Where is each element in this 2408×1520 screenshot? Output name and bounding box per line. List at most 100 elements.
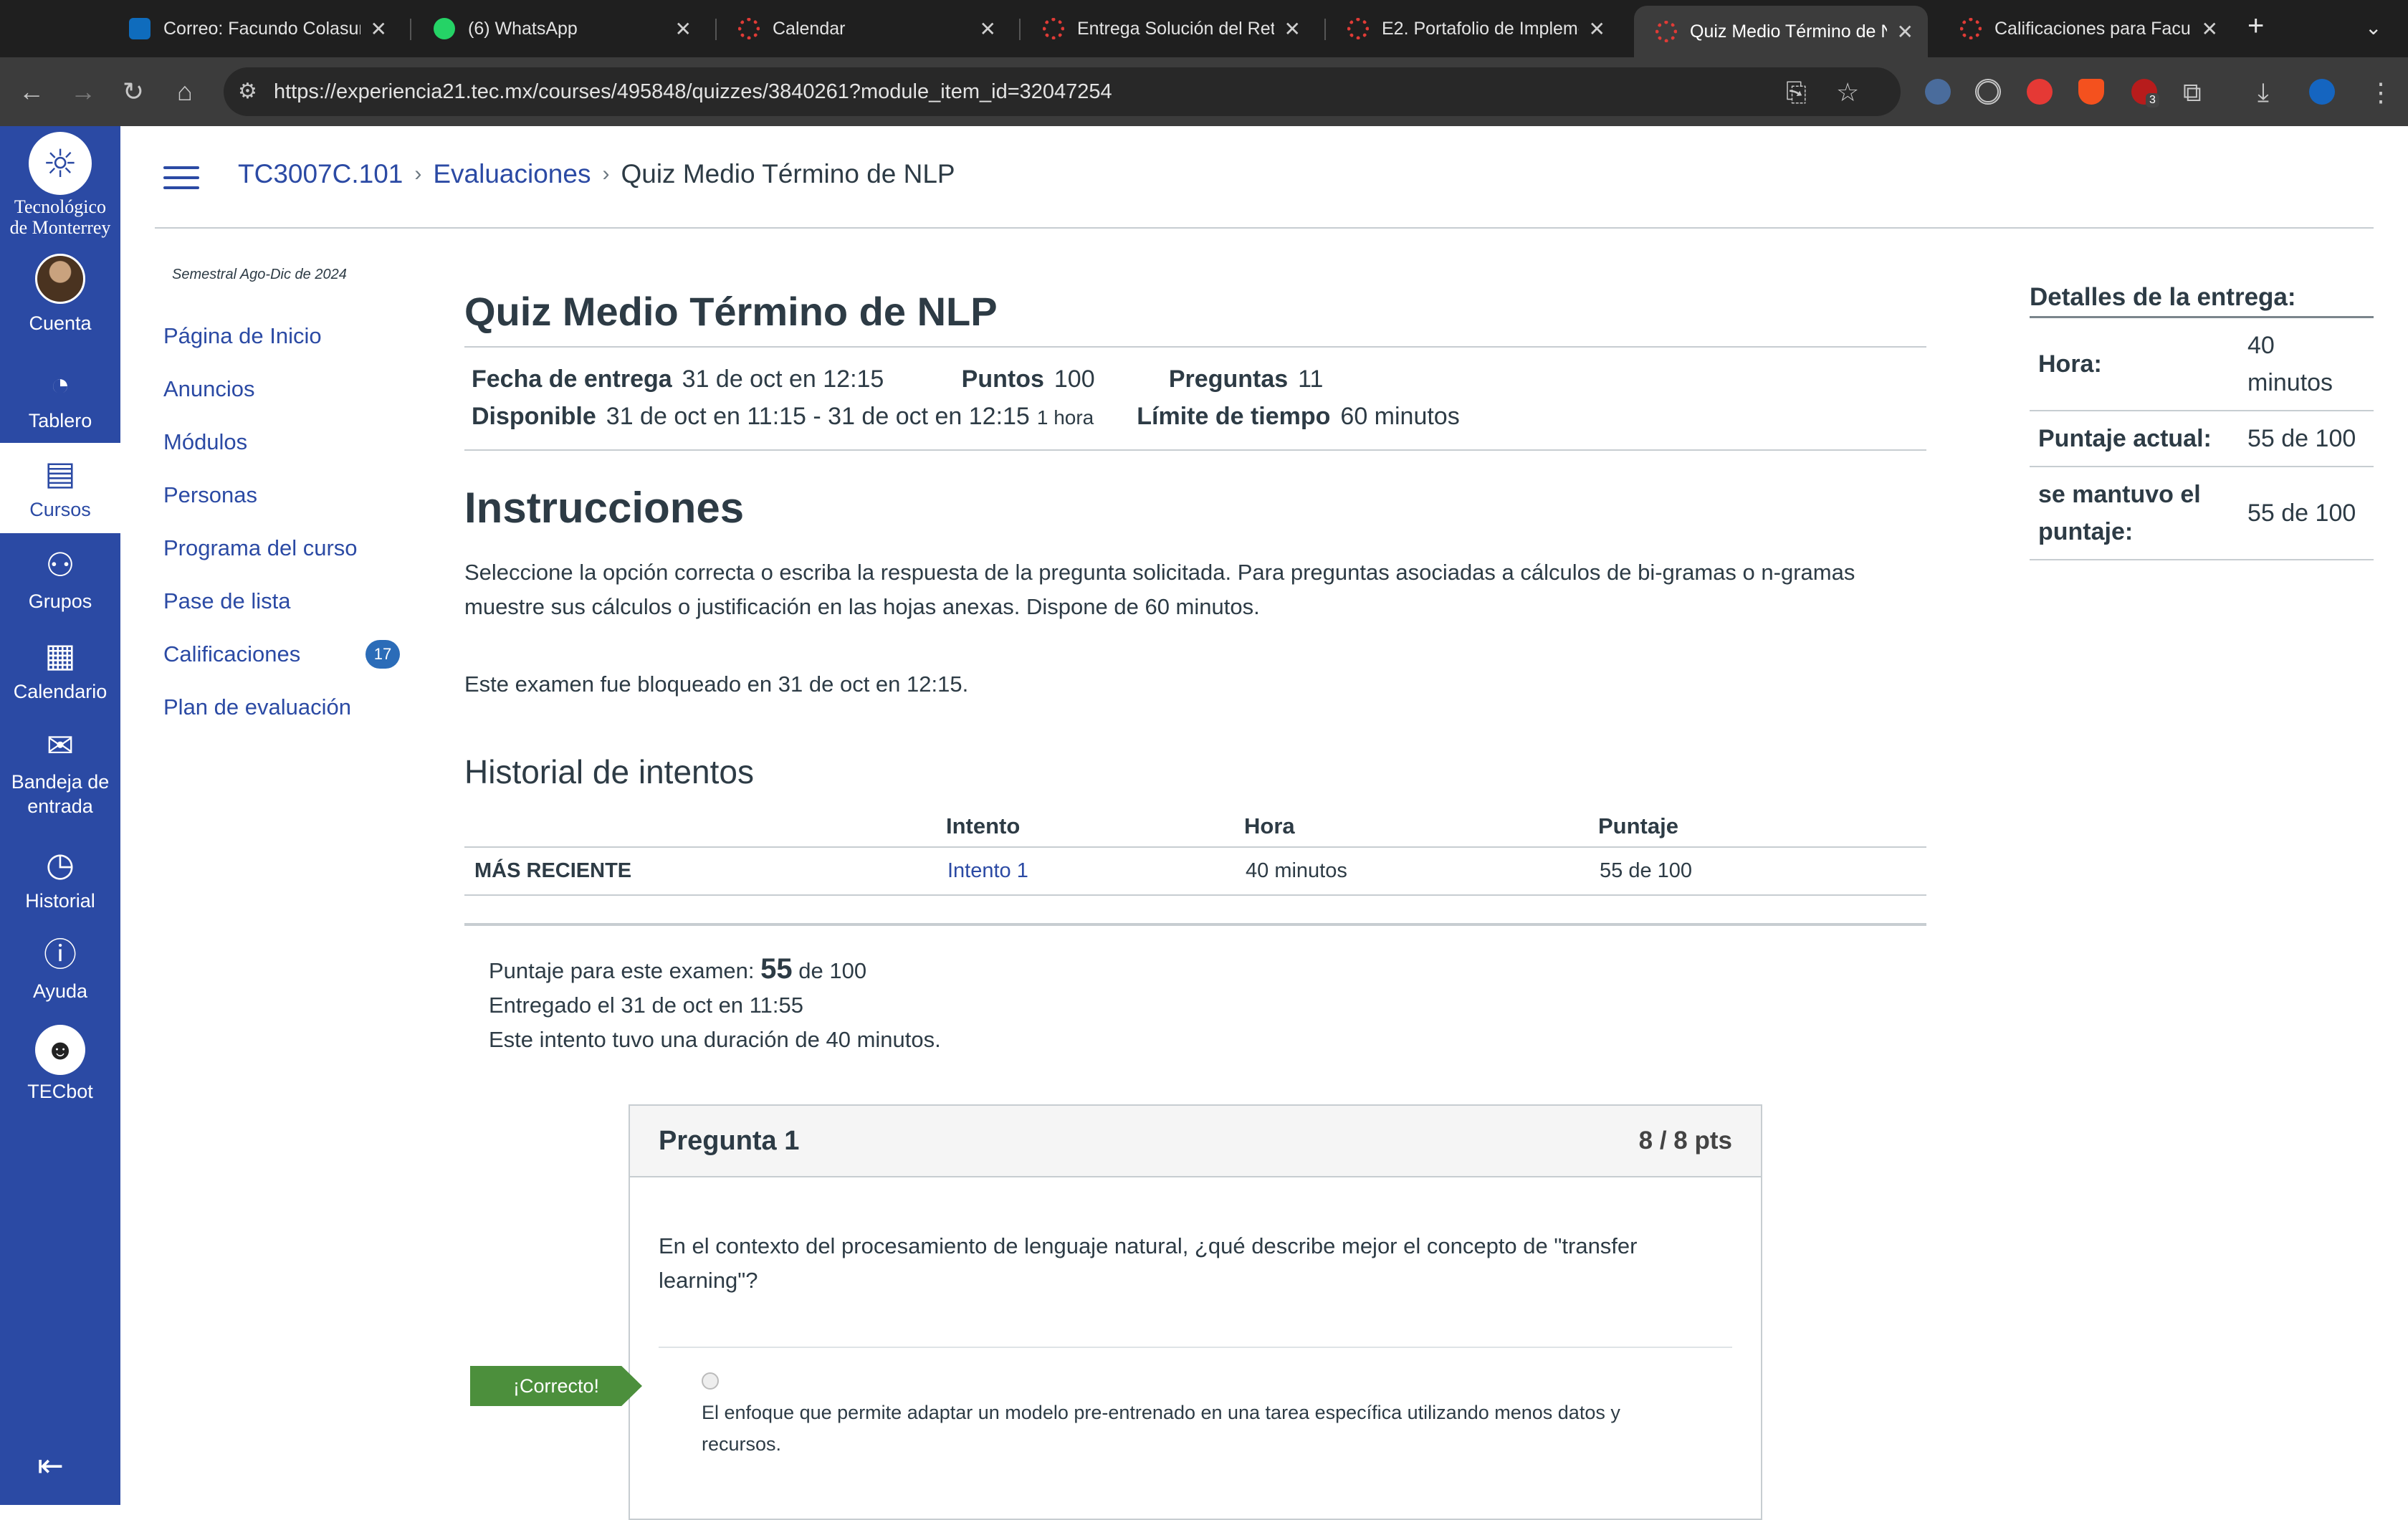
breadcrumb-course-link[interactable]: TC3007C.101 — [238, 159, 403, 189]
close-icon[interactable]: ✕ — [371, 17, 387, 41]
answer-radio[interactable] — [702, 1372, 719, 1390]
attempt-row-label: MÁS RECIENTE — [464, 847, 937, 896]
download-icon[interactable]: ⤓ — [2258, 77, 2269, 108]
question-card: Pregunta 1 8 / 8 pts En el contexto del … — [629, 1104, 1762, 1520]
global-nav-groups[interactable]: ⚇ Grupos — [0, 535, 120, 625]
global-nav-label: Calendario — [13, 681, 108, 702]
available-value: 31 de oct en 11:15 - 31 de oct en 12:15 — [606, 403, 1030, 430]
details-table: Hora: 40 minutos Puntaje actual: 55 de 1… — [2030, 318, 2374, 560]
quiz-meta: Fecha de entrega 31 de oct en 12:15 Punt… — [464, 346, 1926, 451]
browser-tab-entrega[interactable]: Entrega Solución del Ret ✕ — [1021, 6, 1315, 52]
new-tab-button[interactable]: + — [2247, 10, 2264, 42]
question-points: 8 / 8 pts — [1638, 1127, 1732, 1155]
brave-shield-icon[interactable] — [2078, 79, 2104, 105]
course-nav-label: Personas — [163, 482, 257, 507]
tab-search-button[interactable]: ⌄ — [2365, 16, 2381, 39]
available-label: Disponible — [472, 403, 596, 430]
score-suffix: de 100 — [798, 958, 867, 983]
back-icon[interactable]: ← — [13, 73, 50, 110]
url-text: https://experiencia21.tec.mx/courses/495… — [274, 80, 1112, 103]
course-nav-announcements[interactable]: Anuncios — [163, 363, 400, 416]
extension-globe-icon[interactable] — [1925, 79, 1951, 105]
browser-tab-portafolio[interactable]: E2. Portafolio de Impleme ✕ — [1326, 6, 1620, 52]
global-nav-label: Historial — [25, 890, 95, 912]
course-nav-syllabus[interactable]: Programa del curso — [163, 522, 400, 575]
course-nav-attendance[interactable]: Pase de lista — [163, 575, 400, 628]
browser-tab-whatsapp[interactable]: (6) WhatsApp ✕ — [412, 6, 706, 52]
courses-icon: ▤ — [44, 454, 76, 492]
table-row: MÁS RECIENTE Intento 1 40 minutos 55 de … — [464, 847, 1926, 896]
global-nav-help[interactable]: ⓘ Ayuda — [0, 924, 120, 1015]
tab-separator — [1019, 19, 1021, 40]
home-icon[interactable]: ⌂ — [166, 73, 204, 110]
locked-notice: Este examen fue bloqueado en 31 de oct e… — [464, 671, 969, 697]
tab-title: Calificaciones para Facu — [1994, 18, 2191, 39]
history-divider — [464, 923, 1926, 926]
bookmark-star-icon[interactable]: ☆ — [1836, 77, 1859, 107]
unread-count-badge: 17 — [366, 640, 400, 669]
close-icon[interactable]: ✕ — [980, 17, 996, 41]
close-icon[interactable]: ✕ — [675, 17, 692, 41]
course-nav-grades[interactable]: Calificaciones 17 — [163, 628, 400, 681]
course-nav-label: Página de Inicio — [163, 323, 322, 348]
question-title: Pregunta 1 — [659, 1125, 800, 1156]
collapse-nav-icon[interactable]: ⇤ — [37, 1448, 64, 1484]
extension-target-icon[interactable] — [1975, 79, 2001, 105]
global-nav-label: Grupos — [28, 591, 92, 612]
close-icon[interactable]: ✕ — [1897, 20, 1914, 44]
profile-icon[interactable] — [2309, 79, 2335, 105]
logo-line-2: de Monterrey — [9, 217, 111, 238]
details-key: Puntaje actual: — [2030, 411, 2239, 467]
attempt-link[interactable]: Intento 1 — [947, 859, 1028, 882]
install-icon[interactable]: ⎘ — [1786, 77, 1807, 108]
outlook-icon — [129, 18, 150, 39]
course-nav-home[interactable]: Página de Inicio — [163, 310, 400, 363]
browser-tab-quiz[interactable]: Quiz Medio Término de N ✕ — [1634, 6, 1928, 57]
global-nav-tecbot[interactable]: ☻ TECbot — [0, 1015, 120, 1105]
course-nav-label: Calificaciones — [163, 641, 301, 666]
canvas-icon — [1656, 21, 1677, 42]
extension-stop-icon[interactable] — [2027, 79, 2053, 105]
course-nav-people[interactable]: Personas — [163, 469, 400, 522]
tab-title: Entrega Solución del Ret — [1077, 18, 1274, 39]
header-divider — [155, 227, 2374, 229]
dashboard-icon: ◔ — [50, 365, 70, 403]
avatar — [35, 254, 85, 304]
available-duration: 1 hora — [1036, 406, 1094, 429]
global-nav-inbox[interactable]: ✉ Bandeja de entrada — [0, 715, 120, 830]
tab-title: E2. Portafolio de Impleme — [1382, 18, 1579, 39]
score-prefix: Puntaje para este examen: — [489, 958, 755, 983]
forward-icon[interactable]: → — [64, 73, 102, 110]
breadcrumb: TC3007C.101 › Evaluaciones › Quiz Medio … — [238, 159, 955, 189]
instructions-text: Seleccione la opción correcta o escriba … — [464, 560, 1855, 619]
course-nav-evaluation-plan[interactable]: Plan de evaluación — [163, 681, 400, 734]
menu-kebab-icon[interactable]: ⋮ — [2368, 77, 2394, 107]
extensions-puzzle-icon[interactable]: ⧉ — [2183, 77, 2202, 108]
close-icon[interactable]: ✕ — [1284, 17, 1301, 41]
browser-tab-mail[interactable]: Correo: Facundo Colasur ✕ — [108, 6, 401, 52]
course-nav: Página de Inicio Anuncios Módulos Person… — [163, 310, 400, 734]
site-info-icon[interactable]: ⚙ — [238, 79, 257, 104]
global-nav-dashboard[interactable]: ◔ Tablero — [0, 354, 120, 440]
tab-title: Quiz Medio Término de N — [1690, 21, 1887, 42]
global-nav-calendar[interactable]: ▦ Calendario — [0, 625, 120, 715]
browser-tab-calendar[interactable]: Calendar ✕ — [717, 6, 1010, 52]
browser-tab-calificaciones[interactable]: Calificaciones para Facu ✕ — [1939, 6, 2232, 52]
canvas-icon — [1960, 18, 1982, 39]
tab-title: Correo: Facundo Colasur — [163, 18, 360, 39]
course-menu-toggle[interactable] — [163, 166, 199, 196]
course-nav-label: Módulos — [163, 429, 248, 454]
close-icon[interactable]: ✕ — [1589, 17, 1605, 41]
global-nav-courses[interactable]: ▤ Cursos — [0, 443, 120, 533]
close-icon[interactable]: ✕ — [2202, 17, 2218, 41]
due-label: Fecha de entrega — [472, 365, 672, 393]
institution-logo[interactable]: ☼ Tecnológico de Monterrey — [0, 132, 120, 238]
address-bar[interactable]: ⚙ https://experiencia21.tec.mx/courses/4… — [224, 67, 1901, 116]
global-nav-history[interactable]: ◷ Historial — [0, 834, 120, 924]
reload-icon[interactable]: ↻ — [115, 73, 152, 110]
breadcrumb-section-link[interactable]: Evaluaciones — [433, 159, 591, 189]
logo-line-1: Tecnológico — [14, 196, 107, 217]
course-nav-modules[interactable]: Módulos — [163, 416, 400, 469]
tab-title: Calendar — [773, 18, 846, 39]
global-nav-account[interactable]: Cuenta — [0, 254, 120, 340]
